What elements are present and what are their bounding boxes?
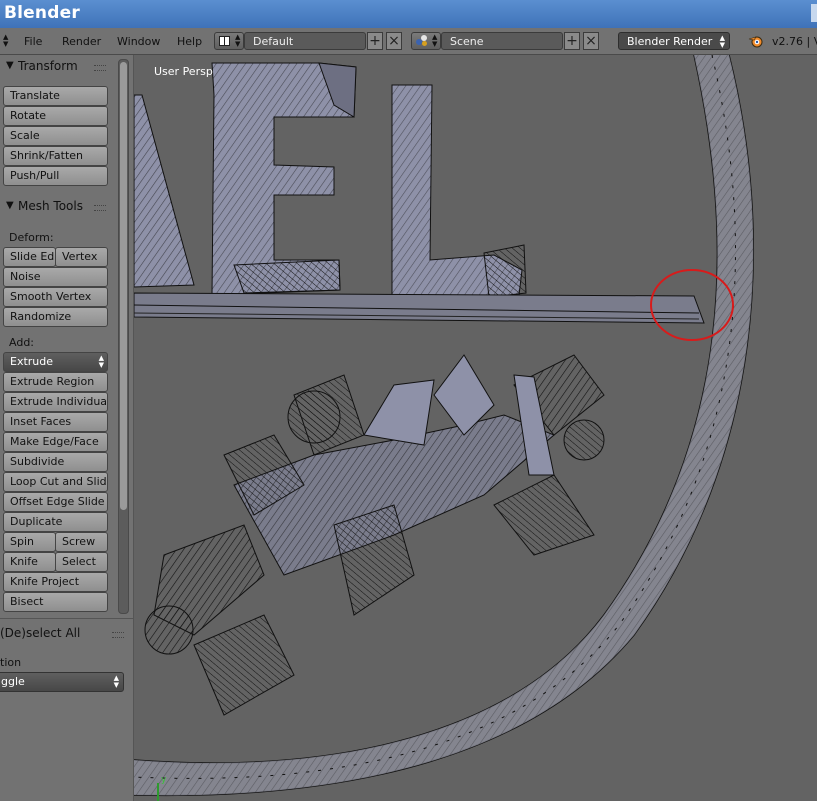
chevron-updown-icon: ▲ ▼ bbox=[113, 674, 119, 689]
knife-select-button[interactable]: Select bbox=[55, 552, 108, 572]
version-label: v2.76 | V bbox=[772, 35, 817, 48]
layout-grid-icon bbox=[219, 36, 230, 46]
horizontal-bar-mesh bbox=[134, 292, 705, 324]
action-dropdown[interactable]: ggle ▲ ▼ bbox=[0, 672, 124, 692]
screw-button[interactable]: Screw bbox=[55, 532, 108, 552]
3d-viewport[interactable]: User Persp y bbox=[134, 55, 817, 801]
menu-render[interactable]: Render bbox=[62, 35, 101, 48]
rotate-button[interactable]: Rotate bbox=[3, 106, 108, 126]
transform-panel-header[interactable]: ▼ Transform bbox=[0, 57, 116, 77]
mesh-wireframe bbox=[134, 55, 755, 801]
letter-e-mesh bbox=[211, 62, 357, 296]
inset-faces-button[interactable]: Inset Faces bbox=[3, 412, 108, 432]
operator-panel-header[interactable]: (De)select All bbox=[0, 624, 130, 644]
loop-cut-slide-button[interactable]: Loop Cut and Slide bbox=[3, 472, 108, 492]
action-value: ggle bbox=[1, 675, 25, 688]
render-engine-dropdown[interactable]: Blender Render ▲ ▼ bbox=[618, 32, 730, 50]
snowflake-mesh bbox=[144, 354, 605, 716]
mesh-tools-panel-title: Mesh Tools bbox=[18, 199, 83, 213]
deform-label: Deform: bbox=[9, 231, 54, 244]
blender-logo-icon bbox=[748, 36, 763, 48]
extrude-region-button[interactable]: Extrude Region bbox=[3, 372, 108, 392]
scene-icon bbox=[416, 35, 428, 47]
render-engine-label: Blender Render bbox=[627, 35, 713, 48]
menu-help[interactable]: Help bbox=[177, 35, 202, 48]
panel-divider bbox=[0, 618, 133, 619]
menu-file[interactable]: File bbox=[24, 35, 42, 48]
push-pull-button[interactable]: Push/Pull bbox=[3, 166, 108, 186]
chevron-updown-icon: ▲ ▼ bbox=[235, 33, 241, 48]
tool-shelf: ▼ Transform Translate Rotate Scale Shrin… bbox=[0, 55, 134, 801]
make-edge-face-button[interactable]: Make Edge/Face bbox=[3, 432, 108, 452]
chevron-updown-icon: ▲ ▼ bbox=[432, 33, 438, 48]
bisect-button[interactable]: Bisect bbox=[3, 592, 108, 612]
scene-name[interactable]: Scene bbox=[441, 32, 563, 50]
scene-dropdown[interactable]: ▲ ▼ bbox=[411, 32, 441, 50]
scrollbar-thumb[interactable] bbox=[120, 62, 127, 510]
translate-button[interactable]: Translate bbox=[3, 86, 108, 106]
slide-edge-button[interactable]: Slide Ed bbox=[3, 247, 56, 267]
duplicate-button[interactable]: Duplicate bbox=[3, 512, 108, 532]
transform-panel-title: Transform bbox=[18, 59, 78, 73]
subdivide-button[interactable]: Subdivide bbox=[3, 452, 108, 472]
y-axis-label: y bbox=[161, 775, 167, 785]
screen-layout-name[interactable]: Default bbox=[244, 32, 366, 50]
chevron-updown-icon: ▲ ▼ bbox=[719, 34, 725, 49]
spin-button[interactable]: Spin bbox=[3, 532, 56, 552]
letter-l-mesh bbox=[391, 84, 527, 298]
mesh-tools-panel-header[interactable]: ▼ Mesh Tools bbox=[0, 197, 116, 217]
slide-vertex-button[interactable]: Vertex bbox=[55, 247, 108, 267]
add-scene-icon[interactable]: + bbox=[564, 32, 580, 50]
knife-button[interactable]: Knife bbox=[3, 552, 56, 572]
chevron-updown-icon: ▲ ▼ bbox=[98, 354, 104, 369]
letter-a-mesh bbox=[134, 94, 195, 288]
extrude-label: Extrude bbox=[10, 355, 54, 368]
drag-grip-icon[interactable] bbox=[94, 65, 106, 71]
info-header: ▲ ▼ File Render Window Help ▲ ▼ Default + … bbox=[0, 28, 817, 55]
knife-project-button[interactable]: Knife Project bbox=[3, 572, 108, 592]
tool-shelf-scrollbar[interactable] bbox=[118, 59, 129, 614]
title-bar: Blender bbox=[0, 0, 817, 28]
delete-layout-icon[interactable]: × bbox=[386, 32, 402, 50]
smooth-vertex-button[interactable]: Smooth Vertex bbox=[3, 287, 108, 307]
collapse-arrow-icon: ▼ bbox=[6, 200, 14, 211]
add-label: Add: bbox=[9, 336, 35, 349]
app-title: Blender bbox=[4, 3, 80, 23]
editor-type-arrows-icon[interactable]: ▲ ▼ bbox=[3, 34, 8, 48]
shrink-fatten-button[interactable]: Shrink/Fatten bbox=[3, 146, 108, 166]
add-layout-icon[interactable]: + bbox=[367, 32, 383, 50]
collapse-arrow-icon: ▼ bbox=[6, 60, 14, 71]
menu-window[interactable]: Window bbox=[117, 35, 160, 48]
screen-layout-dropdown[interactable]: ▲ ▼ bbox=[214, 32, 244, 50]
operator-panel-title: (De)select All bbox=[0, 626, 81, 640]
extrude-dropdown[interactable]: Extrude ▲ ▼ bbox=[3, 352, 108, 372]
drag-grip-icon[interactable] bbox=[94, 205, 106, 211]
randomize-button[interactable]: Randomize bbox=[3, 307, 108, 327]
viewport-perspective-label: User Persp bbox=[154, 65, 213, 78]
noise-button[interactable]: Noise bbox=[3, 267, 108, 287]
drag-grip-icon[interactable] bbox=[112, 632, 124, 638]
scale-button[interactable]: Scale bbox=[3, 126, 108, 146]
offset-edge-slide-button[interactable]: Offset Edge Slide bbox=[3, 492, 108, 512]
extrude-individual-button[interactable]: Extrude Individual bbox=[3, 392, 108, 412]
delete-scene-icon[interactable]: × bbox=[583, 32, 599, 50]
action-label: tion bbox=[0, 656, 22, 669]
window-control[interactable] bbox=[811, 4, 817, 22]
